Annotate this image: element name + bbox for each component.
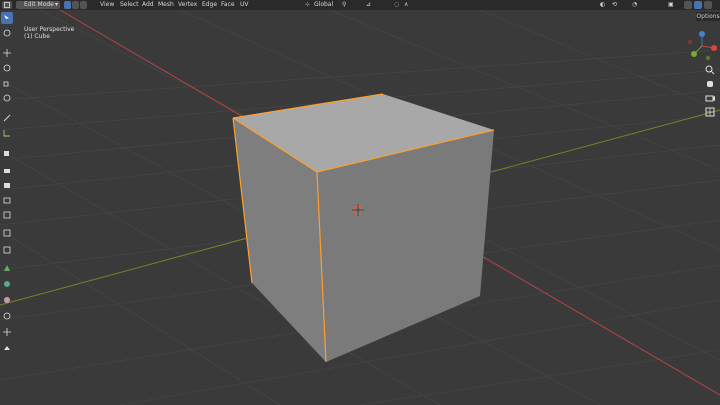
proportional-edit-icon[interactable]: ◌: [394, 0, 399, 10]
tool-rotate[interactable]: [1, 62, 13, 74]
add-cube-icon: [4, 151, 9, 156]
tool-move[interactable]: [1, 47, 13, 59]
gizmo-z-icon: [699, 31, 705, 37]
tool-poly-build[interactable]: [1, 244, 13, 256]
cursor-icon: [3, 29, 11, 37]
poly-build-icon: [3, 246, 11, 254]
shading-solid-button[interactable]: [684, 1, 692, 9]
face-select-button[interactable]: [80, 1, 87, 9]
edge-slide-icon: [4, 297, 10, 303]
xray-toggle-icon[interactable]: ▣: [668, 0, 674, 10]
shading-render-button[interactable]: [704, 1, 712, 9]
tool-select-box[interactable]: [1, 12, 13, 24]
menu-mesh[interactable]: Mesh: [158, 0, 174, 10]
overlay-toggle-icon[interactable]: ◔: [632, 0, 637, 10]
tool-bevel[interactable]: [1, 194, 13, 206]
menu-add[interactable]: Add: [142, 0, 154, 10]
view-name: User Perspective: [24, 26, 75, 33]
grid-icon: [705, 107, 715, 117]
transform-icon: [3, 94, 11, 102]
gizmo-y-icon: [691, 51, 697, 57]
measure-icon: [3, 130, 10, 137]
tool-edge-slide[interactable]: [1, 294, 13, 306]
bevel-icon: [3, 197, 11, 204]
shrink-icon: [3, 312, 11, 320]
loop-cut-icon: [3, 211, 11, 219]
navigation-gizmo[interactable]: [684, 28, 720, 64]
tool-shrink[interactable]: [1, 310, 13, 322]
transform-orientation-select[interactable]: Global: [314, 0, 333, 10]
mode-selector[interactable]: Edit Mode ▾: [16, 1, 60, 9]
editor-type-button[interactable]: [2, 1, 12, 9]
pivot-icon[interactable]: ⚲: [342, 0, 346, 10]
viewport-scene: [0, 10, 720, 405]
tool-inset[interactable]: [1, 179, 13, 191]
tool-scale[interactable]: [1, 77, 13, 89]
3d-viewport[interactable]: [0, 10, 720, 405]
inset-icon: [4, 183, 10, 188]
falloff-icon[interactable]: ∧: [404, 0, 408, 10]
tool-knife[interactable]: [1, 227, 13, 239]
tool-add-cube[interactable]: [1, 147, 13, 159]
move-icon: [3, 49, 11, 57]
menu-view[interactable]: View: [100, 0, 114, 10]
transform-orientation-icon: ⊹: [305, 1, 311, 8]
vertex-select-button[interactable]: [64, 1, 71, 9]
tool-rip[interactable]: [1, 342, 13, 354]
tool-spin[interactable]: [1, 262, 13, 274]
perspective-toggle-button[interactable]: [704, 106, 718, 120]
tool-transform[interactable]: [1, 92, 13, 104]
tool-smooth[interactable]: [1, 278, 13, 290]
tool-annotate[interactable]: [1, 112, 13, 124]
shading-active-button[interactable]: [694, 1, 702, 9]
cube-editor-icon: [4, 2, 10, 8]
tool-extrude[interactable]: [1, 164, 13, 176]
tool-measure[interactable]: [1, 127, 13, 139]
edge-select-button[interactable]: [72, 1, 79, 9]
options-button[interactable]: Options: [696, 12, 720, 21]
menu-vertex[interactable]: Vertex: [178, 0, 197, 10]
tool-shear[interactable]: [1, 326, 13, 338]
visibility-icon[interactable]: ◐: [600, 0, 605, 10]
camera-icon: [705, 95, 715, 102]
shear-icon: [3, 328, 11, 336]
rip-icon: [4, 346, 10, 350]
extrude-icon: [4, 169, 10, 173]
tool-cursor[interactable]: [1, 27, 13, 39]
tool-shelf: [0, 12, 14, 405]
mode-label: Edit Mode: [24, 1, 54, 8]
camera-view-button[interactable]: [704, 92, 718, 106]
menu-edge[interactable]: Edge: [202, 0, 217, 10]
menu-face[interactable]: Face: [221, 0, 235, 10]
object-name: (1) Cube: [24, 33, 50, 40]
zoom-icon: [705, 65, 715, 75]
smooth-icon: [4, 281, 10, 287]
gizmo-x-icon: [711, 45, 717, 51]
annotate-icon: [3, 114, 11, 122]
spin-icon: [4, 265, 10, 271]
menu-uv[interactable]: UV: [240, 0, 249, 10]
knife-icon: [3, 229, 11, 237]
header-bar: Edit Mode ▾ View Select Add Mesh Vertex …: [0, 0, 720, 10]
chevron-down-icon: ▾: [54, 1, 58, 8]
pan-view-button[interactable]: [704, 78, 718, 92]
tool-loop-cut[interactable]: [1, 209, 13, 221]
snap-icon[interactable]: ⊿: [366, 0, 371, 10]
select-box-icon: [4, 15, 9, 21]
zoom-view-button[interactable]: [704, 64, 718, 78]
menu-select[interactable]: Select: [120, 0, 139, 10]
scale-icon: [3, 81, 9, 87]
gizmo-toggle-icon[interactable]: ⟲: [612, 0, 617, 10]
hand-icon: [707, 81, 713, 87]
rotate-icon: [3, 64, 11, 72]
